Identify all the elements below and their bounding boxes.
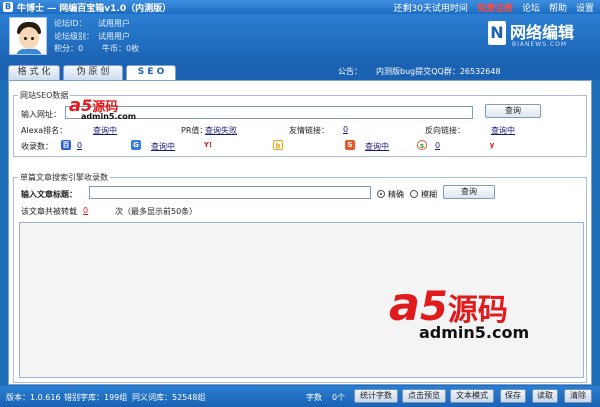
reprint-suffix: 次（最多显示前50条） bbox=[115, 207, 198, 216]
youdao-icon: y bbox=[487, 140, 497, 150]
google-count[interactable]: 查询中 bbox=[151, 141, 175, 152]
preview-button[interactable]: 点击预览 bbox=[402, 389, 446, 403]
backlinks-value[interactable]: 查询中 bbox=[491, 125, 515, 136]
clear-button[interactable]: 清除 bbox=[564, 389, 592, 403]
soso-icon: s bbox=[417, 140, 427, 150]
forum-link[interactable]: 论坛 bbox=[522, 1, 540, 14]
reprint-prefix: 该文章共被转载 bbox=[21, 207, 77, 216]
exact-label: 精确 bbox=[388, 190, 404, 199]
tab-format[interactable]: 格 式 化 bbox=[8, 65, 60, 80]
bing-icon: b bbox=[273, 140, 283, 150]
reprint-count: 0 bbox=[83, 206, 89, 215]
brand-logo: N 网络编辑 BIANEWS.COM bbox=[488, 19, 588, 53]
tab-seo[interactable]: S E O bbox=[126, 65, 176, 80]
soso-count[interactable]: 0 bbox=[435, 141, 440, 150]
status-bar: 版本：1.0.616 错别字库：199组 同义词库：52548组 字数 0个 统… bbox=[0, 386, 600, 407]
article-title-input[interactable] bbox=[89, 186, 371, 199]
text-mode-button[interactable]: 文本模式 bbox=[450, 389, 494, 403]
points-row: 积分：0 牛币：0枚 bbox=[54, 44, 140, 53]
settings-link[interactable]: 设置 bbox=[576, 1, 594, 14]
forum-level-value: 试用用户 bbox=[98, 32, 130, 41]
baidu-icon: 百 bbox=[61, 140, 71, 150]
baidu-count[interactable]: 0 bbox=[77, 141, 82, 150]
brand-url: BIANEWS.COM bbox=[512, 41, 568, 48]
forum-id-value: 试用用户 bbox=[98, 19, 130, 28]
friend-links-label: 友情链接： bbox=[289, 126, 329, 135]
watermark-small: a5源码 admin5.com bbox=[69, 95, 137, 121]
exact-radio[interactable] bbox=[377, 190, 385, 198]
announcement: 公告： 内测版bug提交QQ群：26532648 bbox=[338, 67, 501, 76]
friend-links-value[interactable]: 0 bbox=[343, 125, 348, 134]
fuzzy-radio[interactable] bbox=[410, 190, 418, 198]
backlinks-label: 反向链接： bbox=[425, 126, 465, 135]
synonym-db-text: 同义词库：52548组 bbox=[132, 393, 206, 402]
app-logo-icon: B bbox=[3, 2, 13, 12]
yahoo-icon: Y! bbox=[203, 140, 213, 150]
seo-panel: 网站SEO数据 输入网址： 查询 Alexa排名： 查询中 PR值： 查询失败 … bbox=[8, 80, 592, 385]
pr-value[interactable]: 查询失败 bbox=[205, 125, 237, 136]
window-title: 牛博士 — 网编百宝箱v1.0（内测版） bbox=[17, 4, 172, 14]
register-link[interactable]: 免费注册 bbox=[477, 1, 513, 14]
title-bar: B 牛博士 — 网编百宝箱v1.0（内测版） 还剩30天试用时间 免费注册 论坛… bbox=[0, 0, 600, 14]
help-link[interactable]: 帮助 bbox=[549, 1, 567, 14]
indexed-label: 收录数： bbox=[21, 142, 53, 151]
pr-label: PR值： bbox=[181, 126, 208, 135]
tab-bar: 格 式 化 伪 原 创 S E O 公告： 内测版bug提交QQ群：2653264… bbox=[0, 62, 600, 80]
sogou-count[interactable]: 查询中 bbox=[365, 141, 389, 152]
read-button[interactable]: 读取 bbox=[532, 389, 558, 403]
article-group-legend: 单篇文章搜索引擎收录数 bbox=[18, 172, 110, 183]
tab-pseudo-original[interactable]: 伪 原 创 bbox=[63, 65, 123, 80]
forum-id-row: 论坛ID： 试用用户 bbox=[54, 19, 130, 28]
alexa-label: Alexa排名： bbox=[21, 126, 68, 135]
watermark-large: a5源码 admin5.com bbox=[389, 277, 530, 342]
sogou-icon: S bbox=[345, 140, 355, 150]
fuzzy-label: 模糊 bbox=[421, 190, 437, 199]
trial-remaining-text: 还剩30天试用时间 bbox=[393, 4, 468, 14]
brand-name: 网络编辑 bbox=[510, 23, 575, 42]
brand-mark-icon: N bbox=[488, 21, 506, 45]
count-words-button[interactable]: 统计字数 bbox=[354, 389, 398, 403]
top-menu: 还剩30天试用时间 免费注册 论坛 帮助 设置 bbox=[393, 1, 594, 14]
announcement-text: 内测版bug提交QQ群：26532648 bbox=[376, 67, 501, 76]
header-panel: 论坛ID： 试用用户 论坛级别： 试用用户 积分：0 牛币：0枚 N 网络编辑 … bbox=[0, 14, 600, 62]
avatar[interactable] bbox=[9, 17, 47, 55]
article-title-label: 输入文章标题： bbox=[21, 190, 77, 199]
url-label: 输入网址： bbox=[21, 110, 61, 119]
forum-level-row: 论坛级别： 试用用户 bbox=[54, 32, 130, 41]
coins-value: 0枚 bbox=[126, 44, 140, 53]
version-text: 版本：1.0.616 bbox=[6, 393, 61, 402]
char-count-value: 0个 bbox=[332, 393, 346, 402]
seo-group-legend: 网站SEO数据 bbox=[18, 90, 71, 101]
article-query-button[interactable]: 查询 bbox=[443, 185, 495, 199]
seo-query-button[interactable]: 查询 bbox=[485, 104, 541, 118]
google-icon: G bbox=[131, 140, 141, 150]
save-button[interactable]: 保存 bbox=[500, 389, 526, 403]
alexa-value[interactable]: 查询中 bbox=[93, 125, 117, 136]
char-count-label: 字数 bbox=[306, 393, 322, 402]
points-value: 0 bbox=[78, 44, 84, 53]
typo-db-text: 错别字库：199组 bbox=[64, 393, 128, 402]
